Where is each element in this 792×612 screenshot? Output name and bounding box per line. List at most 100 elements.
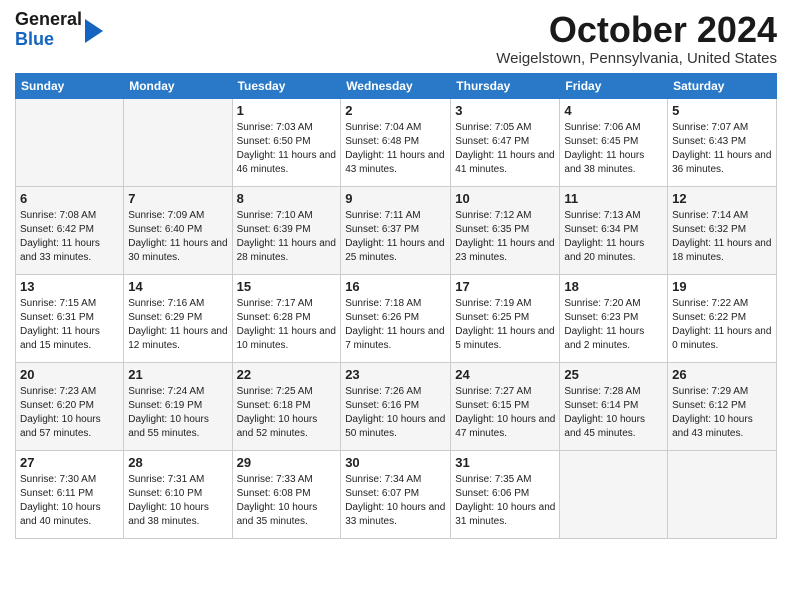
daylight-text: Daylight: 11 hours and 46 minutes. bbox=[237, 150, 336, 175]
sunset-text: Sunset: 6:39 PM bbox=[237, 224, 311, 235]
sunrise-text: Sunrise: 7:22 AM bbox=[672, 298, 748, 309]
calendar-week-2: 13Sunrise: 7:15 AMSunset: 6:31 PMDayligh… bbox=[16, 274, 777, 362]
sunrise-text: Sunrise: 7:33 AM bbox=[237, 474, 313, 485]
day-info: Sunrise: 7:15 AMSunset: 6:31 PMDaylight:… bbox=[20, 297, 119, 353]
day-info: Sunrise: 7:29 AMSunset: 6:12 PMDaylight:… bbox=[672, 385, 772, 441]
daylight-text: Daylight: 11 hours and 18 minutes. bbox=[672, 238, 771, 263]
calendar-cell: 4Sunrise: 7:06 AM Sunset: 6:45 PM Daylight… bbox=[560, 98, 668, 186]
day-info: Sunrise: 7:09 AMSunset: 6:40 PMDaylight:… bbox=[128, 209, 227, 265]
day-number: 23 bbox=[345, 366, 446, 385]
daylight-text: Daylight: 11 hours and 2 minutes. bbox=[564, 326, 644, 351]
sunrise-text: Sunrise: 7:15 AM bbox=[20, 298, 96, 309]
day-number: 22 bbox=[237, 366, 337, 385]
calendar-cell: 5Sunrise: 7:07 AMSunset: 6:43 PMDaylight… bbox=[668, 98, 777, 186]
day-number: 30 bbox=[345, 454, 446, 473]
calendar-cell bbox=[668, 450, 777, 538]
day-number: 13 bbox=[20, 278, 119, 297]
day-info: Sunrise: 7:23 AMSunset: 6:20 PMDaylight:… bbox=[20, 385, 119, 441]
sunset-text: Sunset: 6:32 PM bbox=[672, 224, 746, 235]
sunset-text: Sunset: 6:47 PM bbox=[455, 136, 529, 147]
sunset-text: Sunset: 6:06 PM bbox=[455, 488, 529, 499]
day-info: Sunrise: 7:17 AMSunset: 6:28 PMDaylight:… bbox=[237, 297, 337, 353]
daylight-text: Daylight: 11 hours and 23 minutes. bbox=[455, 238, 554, 263]
sunset-text: Sunset: 6:45 PM bbox=[564, 136, 638, 147]
col-saturday: Saturday bbox=[668, 73, 777, 98]
day-info: Sunrise: 7:34 AMSunset: 6:07 PMDaylight:… bbox=[345, 473, 446, 529]
calendar-header: Sunday Monday Tuesday Wednesday Thursday… bbox=[16, 73, 777, 98]
logo-blue: Blue bbox=[15, 30, 82, 50]
sunrise-text: Sunrise: 7:06 AM bbox=[564, 122, 640, 133]
day-number: 5 bbox=[672, 102, 772, 121]
day-info: Sunrise: 7:33 AMSunset: 6:08 PMDaylight:… bbox=[237, 473, 337, 529]
day-number: 1 bbox=[237, 102, 337, 121]
day-info: Sunrise: 7:26 AM Sunset: 6:16 PM Daylight:… bbox=[345, 385, 446, 441]
sunrise-text: Sunrise: 7:13 AM bbox=[564, 210, 640, 221]
day-info: Sunrise: 7:08 AMSunset: 6:42 PMDaylight:… bbox=[20, 209, 119, 265]
day-info: Sunrise: 7:35 AM Sunset: 6:06 PM Daylight:… bbox=[455, 473, 555, 529]
daylight-text: Daylight: 11 hours and 36 minutes. bbox=[672, 150, 771, 175]
calendar-cell: 17Sunrise: 7:19 AMSunset: 6:25 PMDayligh… bbox=[451, 274, 560, 362]
calendar-week-4: 27Sunrise: 7:30 AM Sunset: 6:11 PM Dayligh… bbox=[16, 450, 777, 538]
sunset-text: Sunset: 6:12 PM bbox=[672, 400, 746, 411]
logo-arrow-icon bbox=[85, 19, 103, 43]
daylight-text: Daylight: 11 hours and 12 minutes. bbox=[128, 326, 227, 351]
day-info: Sunrise: 7:25 AMSunset: 6:18 PMDaylight:… bbox=[237, 385, 337, 441]
day-info: Sunrise: 7:24 AMSunset: 6:19 PMDaylight:… bbox=[128, 385, 227, 441]
sunset-text: Sunset: 6:34 PM bbox=[564, 224, 638, 235]
daylight-text: Daylight: 11 hours and 33 minutes. bbox=[20, 238, 100, 263]
daylight-text: Daylight: 11 hours and 25 minutes. bbox=[345, 238, 444, 263]
col-sunday: Sunday bbox=[16, 73, 124, 98]
daylight-text: Daylight: 10 hours and 43 minutes. bbox=[672, 414, 753, 439]
day-info: Sunrise: 7:31 AMSunset: 6:10 PMDaylight:… bbox=[128, 473, 227, 529]
daylight-text: Daylight: 11 hours and 28 minutes. bbox=[237, 238, 336, 263]
calendar-cell: 31Sunrise: 7:35 AM Sunset: 6:06 PM Dayligh… bbox=[451, 450, 560, 538]
calendar-cell: 18Sunrise: 7:20 AMSunset: 6:23 PMDayligh… bbox=[560, 274, 668, 362]
day-number: 7 bbox=[128, 190, 227, 209]
header-row: Sunday Monday Tuesday Wednesday Thursday… bbox=[16, 73, 777, 98]
location: Weigelstown, Pennsylvania, United States bbox=[496, 50, 777, 67]
day-number: 27 bbox=[20, 454, 119, 473]
sunset-text: Sunset: 6:16 PM bbox=[345, 400, 419, 411]
daylight-text: Daylight: 10 hours and 31 minutes. bbox=[455, 502, 555, 527]
sunrise-text: Sunrise: 7:09 AM bbox=[128, 210, 204, 221]
day-number: 9 bbox=[345, 190, 446, 209]
sunrise-text: Sunrise: 7:04 AM bbox=[345, 122, 421, 133]
sunset-text: Sunset: 6:10 PM bbox=[128, 488, 202, 499]
daylight-text: Daylight: 10 hours and 50 minutes. bbox=[345, 414, 445, 439]
sunset-text: Sunset: 6:42 PM bbox=[20, 224, 94, 235]
daylight-text: Daylight: 11 hours and 38 minutes. bbox=[564, 150, 644, 175]
calendar-cell: 10Sunrise: 7:12 AMSunset: 6:35 PMDayligh… bbox=[451, 186, 560, 274]
sunrise-text: Sunrise: 7:26 AM bbox=[345, 386, 421, 397]
calendar-cell: 20Sunrise: 7:23 AMSunset: 6:20 PMDayligh… bbox=[16, 362, 124, 450]
day-number: 31 bbox=[455, 454, 555, 473]
sunrise-text: Sunrise: 7:30 AM bbox=[20, 474, 96, 485]
sunset-text: Sunset: 6:25 PM bbox=[455, 312, 529, 323]
sunset-text: Sunset: 6:15 PM bbox=[455, 400, 529, 411]
day-number: 4 bbox=[564, 102, 663, 121]
calendar-cell bbox=[16, 98, 124, 186]
calendar-cell: 15Sunrise: 7:17 AMSunset: 6:28 PMDayligh… bbox=[232, 274, 341, 362]
sunset-text: Sunset: 6:11 PM bbox=[20, 488, 93, 499]
sunrise-text: Sunrise: 7:35 AM bbox=[455, 474, 531, 485]
sunrise-text: Sunrise: 7:34 AM bbox=[345, 474, 421, 485]
daylight-text: Daylight: 10 hours and 38 minutes. bbox=[128, 502, 209, 527]
day-info: Sunrise: 7:30 AMSunset: 6:11 PMDaylight:… bbox=[20, 473, 119, 529]
calendar-week-1: 6Sunrise: 7:08 AMSunset: 6:42 PMDaylight… bbox=[16, 186, 777, 274]
col-wednesday: Wednesday bbox=[341, 73, 451, 98]
logo-general: General bbox=[15, 10, 82, 30]
calendar-cell: 3Sunrise: 7:05 AMSunset: 6:47 PMDaylight… bbox=[451, 98, 560, 186]
day-number: 6 bbox=[20, 190, 119, 209]
calendar-table: Sunday Monday Tuesday Wednesday Thursday… bbox=[15, 73, 777, 539]
logo-area: General Blue bbox=[15, 10, 103, 50]
sunrise-text: Sunrise: 7:17 AM bbox=[237, 298, 313, 309]
daylight-text: Daylight: 11 hours and 43 minutes. bbox=[345, 150, 444, 175]
calendar-cell: 26Sunrise: 7:29 AMSunset: 6:12 PMDayligh… bbox=[668, 362, 777, 450]
col-friday: Friday bbox=[560, 73, 668, 98]
sunset-text: Sunset: 6:23 PM bbox=[564, 312, 638, 323]
calendar-cell: 24Sunrise: 7:27 AMSunset: 6:15 PMDayligh… bbox=[451, 362, 560, 450]
page-container: General Blue October 2024 Weigelstown, P… bbox=[0, 0, 792, 549]
day-number: 11 bbox=[564, 190, 663, 209]
day-number: 12 bbox=[672, 190, 772, 209]
sunrise-text: Sunrise: 7:24 AM bbox=[128, 386, 204, 397]
day-info: Sunrise: 7:18 AMSunset: 6:26 PMDaylight:… bbox=[345, 297, 446, 353]
